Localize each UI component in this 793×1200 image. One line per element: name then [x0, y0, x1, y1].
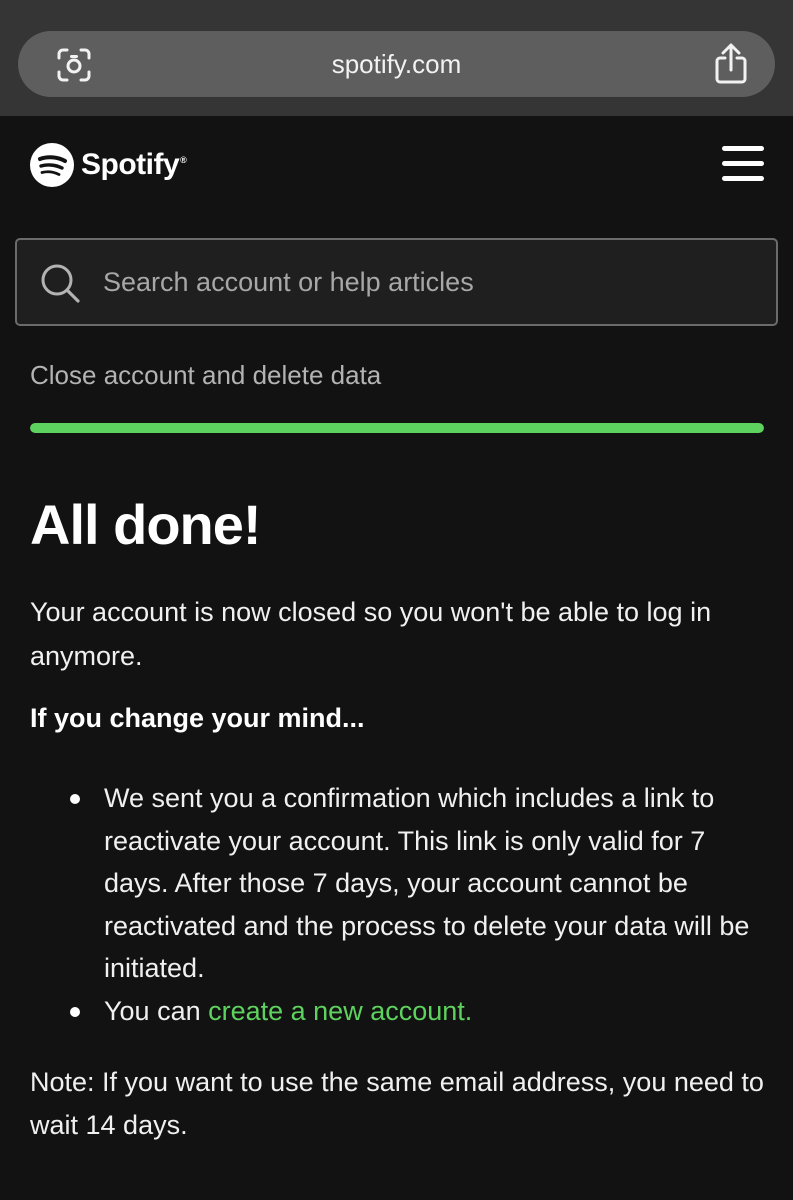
- progress-fill: [30, 423, 764, 433]
- list-item-text: We sent you a confirmation which include…: [104, 783, 750, 983]
- list-item: We sent you a confirmation which include…: [30, 777, 765, 990]
- create-account-link[interactable]: create a new account.: [208, 996, 472, 1026]
- bullet-icon: [70, 1006, 80, 1017]
- breadcrumb[interactable]: Close account and delete data: [30, 360, 381, 391]
- info-list: We sent you a confirmation which include…: [30, 777, 765, 1032]
- spotify-logo-icon: [30, 143, 74, 187]
- address-bar[interactable]: spotify.com: [18, 31, 775, 97]
- progress-bar: [30, 423, 764, 433]
- url-text[interactable]: spotify.com: [18, 31, 775, 97]
- spotify-logo[interactable]: Spotify®: [30, 142, 187, 188]
- search-icon: [41, 264, 80, 303]
- brand-name: Spotify®: [81, 148, 187, 181]
- hamburger-menu-icon[interactable]: [722, 146, 764, 182]
- note-text: Note: If you want to use the same email …: [30, 1067, 764, 1140]
- list-item: You can create a new account.: [30, 990, 765, 1033]
- list-item-text: You can: [104, 995, 209, 1026]
- section-subheading: If you change your mind...: [30, 703, 365, 733]
- page-title: All done!: [30, 493, 262, 556]
- browser-toolbar: spotify.com: [0, 0, 793, 116]
- share-icon[interactable]: [713, 43, 749, 85]
- intro-text: Your account is now closed so you won't …: [30, 597, 712, 671]
- bullet-icon: [70, 794, 80, 804]
- site-header: Spotify®: [0, 116, 793, 216]
- registered-mark: ®: [180, 155, 187, 165]
- search-input[interactable]: [103, 240, 753, 324]
- search-bar[interactable]: [15, 238, 778, 326]
